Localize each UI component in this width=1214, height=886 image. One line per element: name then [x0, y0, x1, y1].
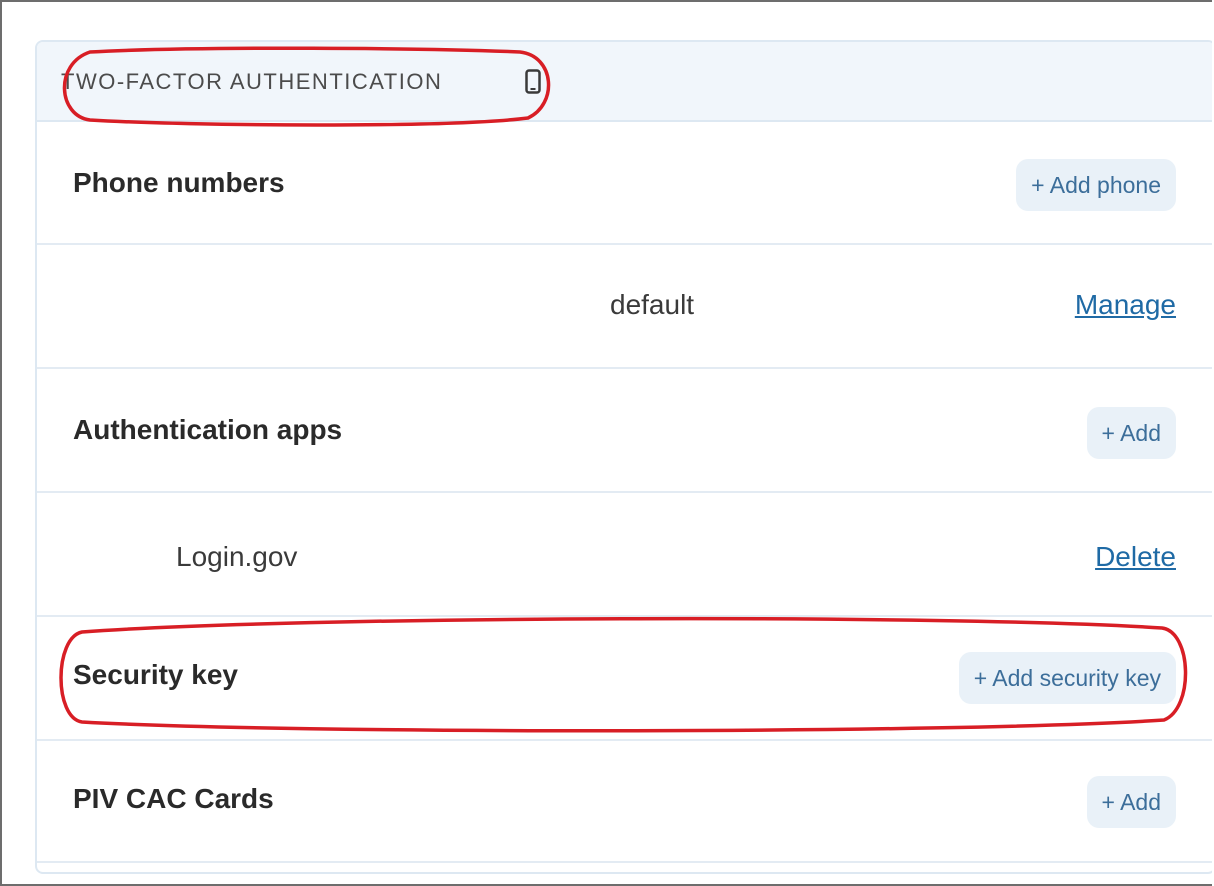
- add-phone-button[interactable]: + Add phone: [1016, 159, 1176, 211]
- security-key-heading: Security key: [73, 659, 238, 690]
- phone-numbers-section: Phone numbers + Add phone: [37, 122, 1212, 245]
- auth-app-list-item: Login.gov Delete: [37, 493, 1212, 617]
- two-factor-panel: TWO-FACTOR AUTHENTICATION Phone numbers …: [35, 40, 1212, 874]
- auth-app-label: Login.gov: [176, 541, 298, 572]
- delete-auth-app-link[interactable]: Delete: [1095, 541, 1176, 573]
- manage-phone-link[interactable]: Manage: [1075, 289, 1176, 321]
- authentication-apps-section: Authentication apps + Add: [37, 369, 1212, 493]
- panel-header: TWO-FACTOR AUTHENTICATION: [37, 42, 1212, 122]
- panel-title: TWO-FACTOR AUTHENTICATION: [61, 69, 443, 94]
- mobile-phone-icon: [525, 69, 541, 94]
- piv-cac-heading: PIV CAC Cards: [73, 783, 274, 814]
- piv-cac-section: PIV CAC Cards + Add: [37, 741, 1212, 863]
- add-piv-cac-button[interactable]: + Add: [1086, 776, 1176, 828]
- add-security-key-button[interactable]: + Add security key: [958, 652, 1176, 704]
- phone-list-item: default Manage: [37, 245, 1212, 369]
- phone-label: default: [610, 289, 695, 320]
- authentication-apps-heading: Authentication apps: [73, 414, 343, 445]
- add-auth-app-button[interactable]: + Add: [1086, 407, 1176, 459]
- security-key-section: Security key + Add security key: [37, 617, 1212, 741]
- screenshot-frame: TWO-FACTOR AUTHENTICATION Phone numbers …: [0, 0, 1212, 886]
- phone-numbers-heading: Phone numbers: [73, 167, 285, 198]
